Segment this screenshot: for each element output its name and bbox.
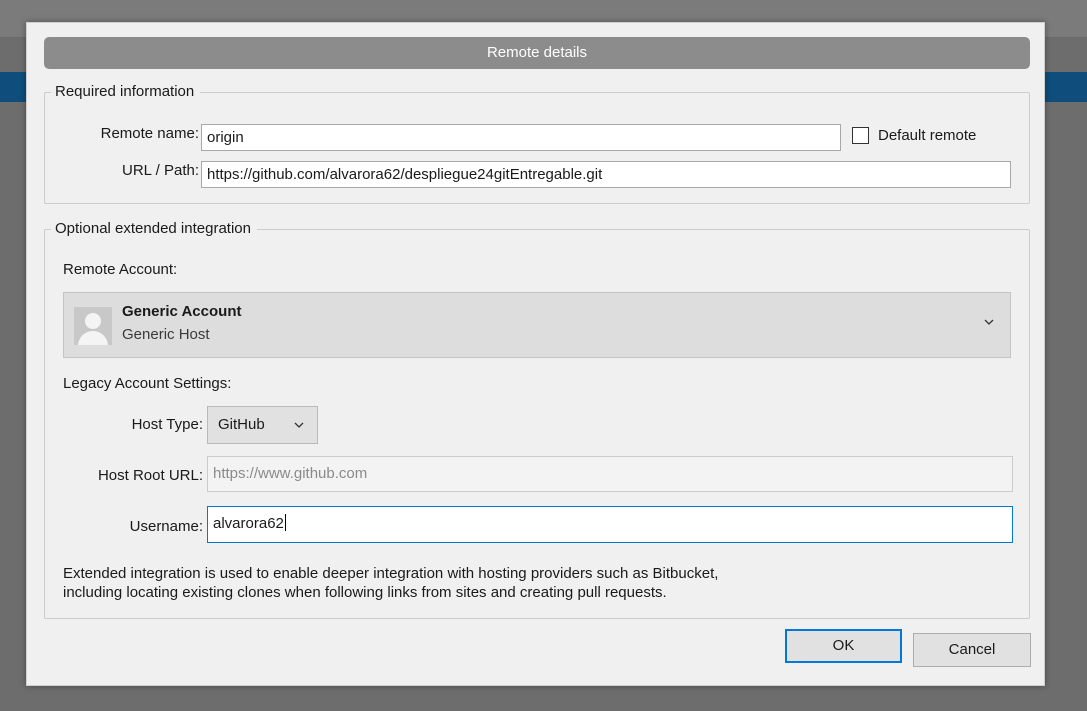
remote-details-dialog: Remote details Required information Remo… bbox=[26, 22, 1045, 686]
required-information-group: Required information Remote name: origin… bbox=[44, 81, 1030, 204]
description-line-1: Extended integration is used to enable d… bbox=[63, 565, 719, 582]
username-value: alvarora62 bbox=[213, 515, 284, 532]
default-remote-checkbox[interactable] bbox=[852, 127, 869, 144]
text-caret bbox=[284, 514, 286, 531]
remote-account-dropdown[interactable]: Generic Account Generic Host bbox=[63, 292, 1011, 358]
cancel-button[interactable]: Cancel bbox=[913, 633, 1031, 667]
remote-account-label: Remote Account: bbox=[63, 261, 178, 278]
optional-integration-group: Optional extended integration Remote Acc… bbox=[44, 218, 1030, 619]
host-type-label: Host Type: bbox=[131, 416, 203, 433]
host-type-value: GitHub bbox=[218, 416, 265, 433]
host-root-url-input: https://www.github.com bbox=[207, 456, 1013, 492]
required-information-legend: Required information bbox=[51, 81, 201, 103]
username-label: Username: bbox=[129, 518, 203, 535]
ok-button[interactable]: OK bbox=[785, 629, 902, 663]
url-path-input[interactable]: https://github.com/alvarora62/despliegue… bbox=[201, 161, 1011, 188]
description-line-2: including locating existing clones when … bbox=[63, 584, 667, 601]
chevron-down-icon bbox=[984, 319, 994, 325]
username-input[interactable]: alvarora62 bbox=[207, 506, 1013, 543]
optional-integration-legend: Optional extended integration bbox=[51, 218, 257, 240]
host-root-url-label: Host Root URL: bbox=[97, 467, 203, 484]
chevron-down-icon bbox=[294, 422, 304, 428]
url-path-label: URL / Path: bbox=[122, 162, 199, 179]
remote-name-label: Remote name: bbox=[100, 125, 199, 142]
integration-description: Extended integration is used to enable d… bbox=[63, 564, 1013, 602]
account-name: Generic Account bbox=[122, 303, 242, 320]
dialog-title: Remote details bbox=[44, 37, 1030, 69]
remote-name-input[interactable]: origin bbox=[201, 124, 841, 151]
host-type-dropdown[interactable]: GitHub bbox=[207, 406, 318, 444]
user-avatar-icon bbox=[74, 307, 112, 345]
default-remote-label[interactable]: Default remote bbox=[878, 126, 976, 146]
legacy-account-settings-label: Legacy Account Settings: bbox=[63, 375, 232, 392]
account-host: Generic Host bbox=[122, 326, 210, 343]
